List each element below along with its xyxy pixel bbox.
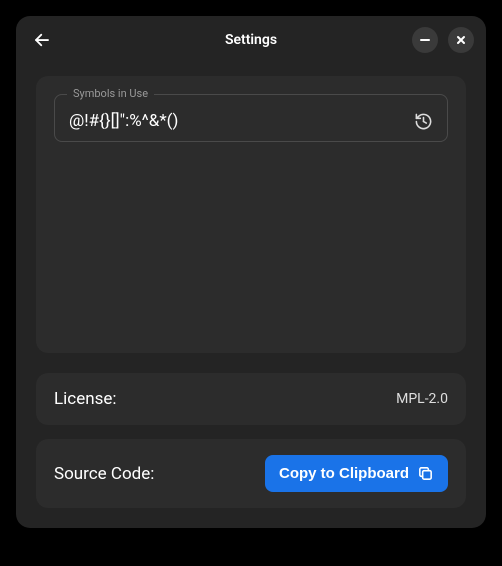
symbols-field: Symbols in Use bbox=[54, 94, 448, 142]
back-button[interactable] bbox=[28, 26, 56, 54]
settings-window: Settings Symbols in Use License: MPL-2.0 bbox=[16, 16, 486, 528]
license-value: MPL-2.0 bbox=[396, 391, 448, 407]
titlebar: Settings bbox=[16, 16, 486, 64]
history-button[interactable] bbox=[414, 112, 433, 131]
content-area: Symbols in Use License: MPL-2.0 Source C… bbox=[16, 64, 486, 528]
symbols-input[interactable] bbox=[69, 111, 414, 131]
source-code-row: Source Code: Copy to Clipboard bbox=[36, 439, 466, 508]
window-title: Settings bbox=[108, 32, 394, 48]
titlebar-left bbox=[28, 26, 108, 54]
symbols-label: Symbols in Use bbox=[67, 87, 154, 100]
license-row: License: MPL-2.0 bbox=[36, 373, 466, 425]
symbols-panel: Symbols in Use bbox=[36, 76, 466, 353]
minimize-icon bbox=[420, 35, 430, 45]
history-icon bbox=[414, 112, 433, 131]
source-code-label: Source Code: bbox=[54, 464, 154, 484]
copy-button-label: Copy to Clipboard bbox=[279, 465, 409, 482]
arrow-left-icon bbox=[33, 31, 51, 49]
titlebar-right bbox=[394, 27, 474, 53]
minimize-button[interactable] bbox=[412, 27, 438, 53]
copy-icon bbox=[417, 465, 434, 482]
license-label: License: bbox=[54, 389, 117, 409]
close-button[interactable] bbox=[448, 27, 474, 53]
close-icon bbox=[456, 35, 466, 45]
copy-clipboard-button[interactable]: Copy to Clipboard bbox=[265, 455, 448, 492]
